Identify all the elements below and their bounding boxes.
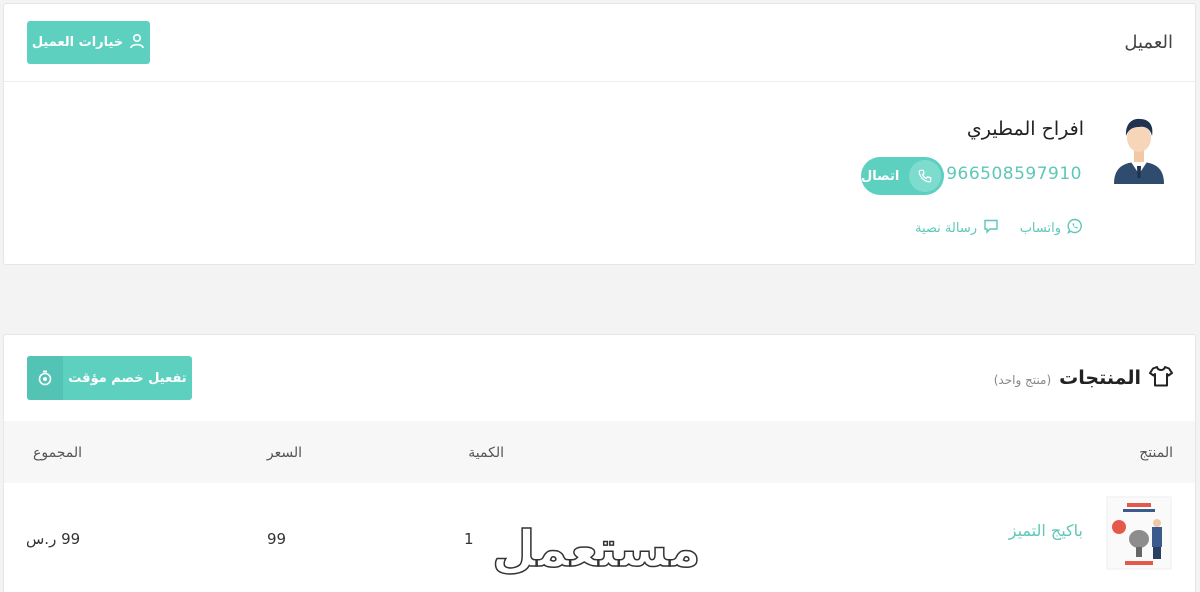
sms-label: رسالة نصية [915,220,977,236]
message-icon [983,218,999,238]
whatsapp-icon [1067,218,1083,238]
product-thumbnail[interactable] [1105,495,1173,571]
whatsapp-link[interactable]: واتساب [1020,218,1083,238]
stopwatch-icon [27,356,63,400]
call-button-label: اتصال [861,168,900,184]
customer-name: افراح المطيري [966,118,1084,140]
column-price: السعر [266,445,302,461]
customer-options-button[interactable]: خيارات العميل [27,21,150,64]
row-total: 99 ر.س [26,530,81,548]
column-total: المجموع [33,445,82,461]
temp-discount-button[interactable]: تفعيل خصم مؤقت [27,356,192,400]
products-title: المنتجات (منتج واحد) [994,365,1173,391]
customer-panel: العميل خيارات العميل افراح المطيري +9665… [3,3,1196,265]
customer-section-title: العميل [1124,32,1173,53]
temp-discount-label: تفعيل خصم مؤقت [68,370,187,386]
customer-panel-header: العميل خيارات العميل [4,4,1195,82]
products-table-header: المنتج الكمية السعر المجموع [4,421,1195,483]
customer-avatar [1112,112,1166,184]
sms-link[interactable]: رسالة نصية [915,218,999,238]
row-quantity: 1 [464,530,474,548]
customer-phone[interactable]: +966508597910 [931,164,1082,184]
watermark-text: مستعمل [491,519,701,579]
tshirt-icon [1149,365,1173,391]
column-product: المنتج [1139,445,1173,461]
phone-icon [909,160,941,192]
call-button[interactable]: اتصال [861,157,944,195]
products-count: (منتج واحد) [993,373,1052,387]
user-icon [129,33,145,53]
row-price: 99 [267,530,287,548]
product-name-link[interactable]: باكيج التميز [1009,521,1083,540]
products-section-title: المنتجات [1059,367,1141,389]
customer-options-label: خيارات العميل [31,35,124,50]
products-panel-header: المنتجات (منتج واحد) تفعيل خصم مؤقت [4,335,1195,421]
whatsapp-label: واتساب [1019,220,1061,236]
column-quantity: الكمية [468,445,504,461]
